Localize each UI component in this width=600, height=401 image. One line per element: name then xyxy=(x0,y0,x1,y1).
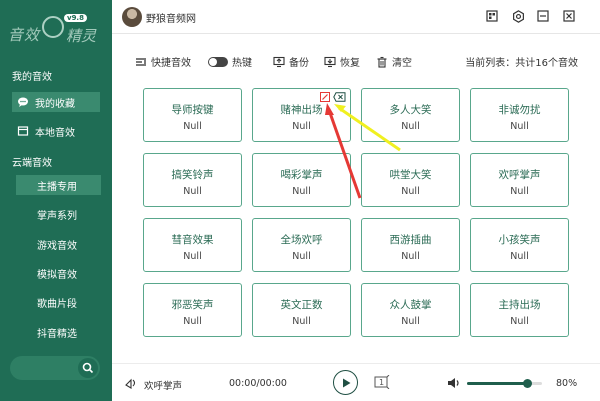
play-icon xyxy=(342,378,350,387)
play-button[interactable] xyxy=(333,370,358,395)
volume-icon[interactable] xyxy=(447,377,461,392)
volume-knob[interactable] xyxy=(523,379,532,388)
repeat-once-icon[interactable]: 1 xyxy=(374,374,390,392)
volume-slider[interactable] xyxy=(467,379,542,388)
track-time: 00:00/00:00 xyxy=(229,378,287,389)
player-bar: 欢呼掌声 00:00/00:00 1 80% xyxy=(112,363,600,401)
volume-percent: 80% xyxy=(556,378,578,389)
svg-text:1: 1 xyxy=(379,378,384,387)
current-track-name: 欢呼掌声 xyxy=(144,381,183,392)
music-note-icon xyxy=(124,376,138,393)
volume-fill xyxy=(467,382,527,385)
annotation-arrows xyxy=(325,103,401,199)
